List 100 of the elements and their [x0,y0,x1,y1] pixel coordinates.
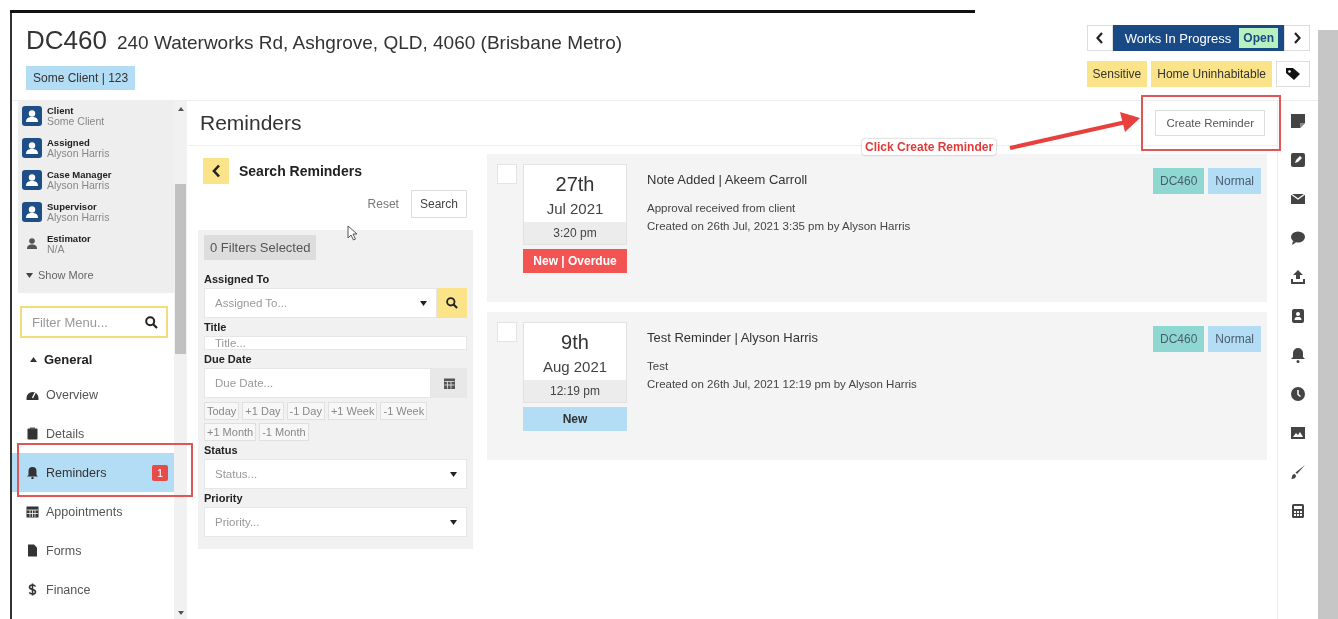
menu-item[interactable]: Forms [12,531,174,570]
person-role: Assigned [47,137,91,148]
field-label: Status [204,444,239,456]
cursor-icon [347,225,359,241]
filter-menu-field[interactable]: Filter Menu... [20,306,168,338]
bell-icon [26,466,39,479]
status-badge: New | Overdue [523,249,627,273]
search-button[interactable]: Search [410,190,467,218]
reminder-title: Test Reminder | Alyson Harris [647,330,819,345]
job-tag: Sensitive [1086,61,1148,87]
pencil-icon[interactable] [1288,150,1308,170]
due-day: 9th [561,331,589,354]
job-tag: Home Uninhabitable [1151,61,1272,87]
search-icon [145,316,158,329]
status-badge: New [523,407,627,431]
person-icon [22,202,42,222]
file-icon [26,544,39,557]
caret-icon [420,301,427,306]
reminder-card[interactable]: 9th Aug 2021 12:19 pm New Test Reminder | Alyson Harris Test Created on 26th Jul, 2021 12:19 pm by Alyson Harris DC460 Normal [487,312,1267,460]
field-label: Priority [204,492,244,504]
menu-item[interactable]: Details [12,414,174,453]
assigned-to-dropdown[interactable]: Assigned To... [204,288,437,318]
scroll-up-icon[interactable] [177,107,184,111]
dollar-icon [26,583,39,596]
checkbox[interactable] [497,322,517,342]
field-label: Title [204,321,228,333]
chevron-right-icon [1293,32,1301,44]
date-shortcut-button[interactable]: -1 Month [259,423,309,441]
calendar-icon [443,377,455,389]
person-icon [22,106,42,126]
scroll-down-icon[interactable] [177,611,184,615]
person-name: Alyson Harris [47,180,110,191]
menu-item[interactable]: Appointments [12,492,174,531]
workflow-status-label: Works In Progress [1124,30,1232,46]
chevron-left-icon [211,164,221,178]
page-scrollbar[interactable] [1318,30,1338,619]
reminder-tag: DC460 [1152,326,1205,352]
date-shortcut-button[interactable]: Today [204,402,240,420]
chevron-left-icon [1095,32,1104,44]
person-role: Client [47,105,75,116]
caret-icon [30,357,37,362]
workflow-status[interactable]: Works In Progress Open [1112,25,1284,51]
menu-item[interactable]: Finance [12,570,174,609]
clock-icon[interactable] [1288,384,1308,404]
previous-button[interactable] [1086,25,1113,51]
person-name: Alyson Harris [47,212,110,223]
filters-selected-chip: 0 Filters Selected [204,235,317,260]
search-icon [446,297,458,309]
person-role: Supervisor [47,201,98,212]
person-role: Estimator [47,233,91,244]
person-name: Some Client [47,116,105,127]
upload-icon[interactable] [1288,267,1308,287]
tags-button[interactable] [1276,61,1310,87]
checkbox[interactable] [497,164,517,184]
reminder-title: Note Added | Akeem Carroll [647,172,809,187]
caret-icon [450,472,457,477]
menu-item[interactable]: Reminders 1 [12,453,174,492]
calendar-icon [26,505,39,518]
caret-icon [450,520,457,525]
select-dropdown[interactable]: Priority... [204,507,467,537]
calendar-button[interactable] [431,368,467,398]
lookup-search-button[interactable] [437,288,467,318]
due-month: Aug 2021 [542,358,608,375]
select-dropdown[interactable]: Status... [204,459,467,489]
scrollbar[interactable] [174,101,187,619]
job-number: DC460 [26,25,107,56]
reset-button[interactable]: Reset [361,190,405,218]
person-icon [22,170,42,190]
clipboard-icon [26,427,39,440]
search-title: Search Reminders [239,163,362,179]
title-field[interactable]: Title... [204,336,467,350]
field-label: Assigned To [204,273,271,285]
brush-icon[interactable] [1288,462,1308,482]
back-button[interactable] [203,158,229,184]
due-time: 12:19 pm [524,380,626,402]
person-icon [22,138,42,158]
section-toggle[interactable]: General [12,338,174,375]
reminder-tag: Normal [1208,168,1261,194]
person-name: Alyson Harris [47,148,110,159]
page-title: Reminders [200,111,302,135]
field-label: Due Date [204,353,253,365]
create-reminder-button[interactable]: Create Reminder [1155,110,1265,136]
person-name: N/A [47,244,66,255]
tag-icon [1285,67,1301,81]
date-shortcut-button[interactable]: -1 Day [286,402,325,420]
reminder-text: Approval received from client [647,201,797,216]
reminder-card[interactable]: 27th Jul 2021 3:20 pm New | Overdue Note Added | Akeem Carroll Approval received from client Created on 26th Jul, 2021 3:35 pm by Alyson Harris DC460 Normal [487,154,1267,302]
created-text: Created on 26th Jul, 2021 3:35 pm by Alyson Harris [647,219,912,234]
show-more-link[interactable]: Show More [22,261,94,285]
client-badge[interactable]: Some Client | 123 [26,66,136,90]
count-badge: 1 [151,464,168,481]
next-button[interactable] [1284,25,1310,51]
reminder-text: Test [647,359,670,374]
due-date-field[interactable]: Due Date... [204,368,431,398]
job-address: 240 Waterworks Rd, Ashgrove, QLD, 4060 (Brisbane Metro) [116,32,623,54]
menu-item[interactable]: Overview [12,375,174,414]
date-shortcut-button[interactable]: +1 Month [204,423,257,441]
person-role: Case Manager [47,169,112,180]
reminder-tag: Normal [1208,326,1261,352]
note-icon[interactable] [1288,111,1308,131]
